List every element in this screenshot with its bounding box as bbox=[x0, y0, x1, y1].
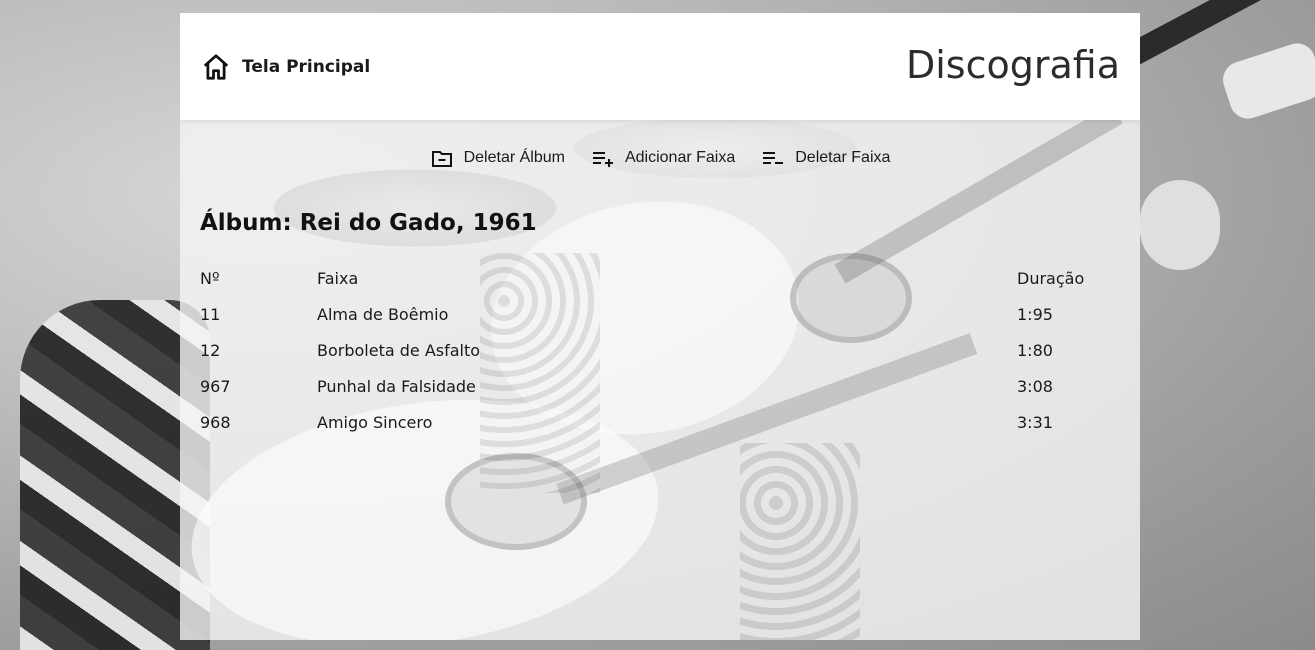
delete-album-label: Deletar Álbum bbox=[463, 149, 565, 166]
background-guitar-head bbox=[1218, 38, 1315, 124]
track-duration: 1:95 bbox=[1017, 304, 1053, 324]
home-link[interactable]: Tela Principal bbox=[201, 52, 370, 82]
playlist-remove-icon bbox=[763, 152, 784, 164]
home-icon bbox=[203, 54, 229, 80]
column-header-number: Nº bbox=[200, 268, 220, 288]
track-number: 12 bbox=[200, 340, 221, 360]
track-name: Punhal da Falsidade bbox=[317, 376, 476, 396]
delete-album-button[interactable]: Deletar Álbum bbox=[430, 146, 565, 170]
album-toolbar: Deletar Álbum Adicionar Faixa Deletar Fa… bbox=[180, 146, 1140, 170]
photo-shirt-pattern-lower bbox=[740, 443, 860, 640]
folder-minus-icon bbox=[431, 151, 452, 167]
page-header: Tela Principal Discografia bbox=[180, 13, 1140, 120]
table-row[interactable]: 967 Punhal da Falsidade 3:08 bbox=[200, 368, 1120, 404]
track-name: Alma de Boêmio bbox=[317, 304, 449, 324]
track-duration: 3:08 bbox=[1017, 376, 1053, 396]
home-link-label: Tela Principal bbox=[242, 57, 371, 77]
add-track-button[interactable]: Adicionar Faixa bbox=[591, 146, 735, 170]
playlist-add-icon bbox=[592, 152, 613, 167]
track-duration: 1:80 bbox=[1017, 340, 1053, 360]
photo-guitar-hole-lower bbox=[445, 453, 587, 550]
track-name: Amigo Sincero bbox=[317, 412, 433, 432]
background-sleeve bbox=[1140, 180, 1220, 270]
column-header-duration: Duração bbox=[1017, 268, 1085, 288]
track-name: Borboleta de Asfalto bbox=[317, 340, 481, 360]
add-track-label: Adicionar Faixa bbox=[624, 149, 736, 166]
column-header-track: Faixa bbox=[317, 268, 359, 288]
table-row[interactable]: 12 Borboleta de Asfalto 1:80 bbox=[200, 332, 1120, 368]
discography-card: Tela Principal Discografia Deletar Álbum… bbox=[180, 13, 1140, 640]
track-number: 967 bbox=[200, 376, 231, 396]
table-row[interactable]: 11 Alma de Boêmio 1:95 bbox=[200, 296, 1120, 332]
track-table-header-row: Nº Faixa Duração bbox=[200, 260, 1120, 296]
photo-guitar-neck-upper bbox=[834, 104, 1123, 284]
album-heading: Álbum: Rei do Gado, 1961 bbox=[200, 210, 537, 236]
track-number: 11 bbox=[200, 304, 221, 324]
page-title: Discografia bbox=[905, 43, 1120, 87]
track-duration: 3:31 bbox=[1017, 412, 1053, 432]
table-row[interactable]: 968 Amigo Sincero 3:31 bbox=[200, 404, 1120, 440]
delete-track-label: Deletar Faixa bbox=[795, 149, 891, 166]
photo-hat-left bbox=[250, 163, 580, 253]
track-table: Nº Faixa Duração 11 Alma de Boêmio 1:95 … bbox=[200, 260, 1120, 440]
delete-track-button[interactable]: Deletar Faixa bbox=[761, 146, 890, 170]
track-number: 968 bbox=[200, 412, 231, 432]
